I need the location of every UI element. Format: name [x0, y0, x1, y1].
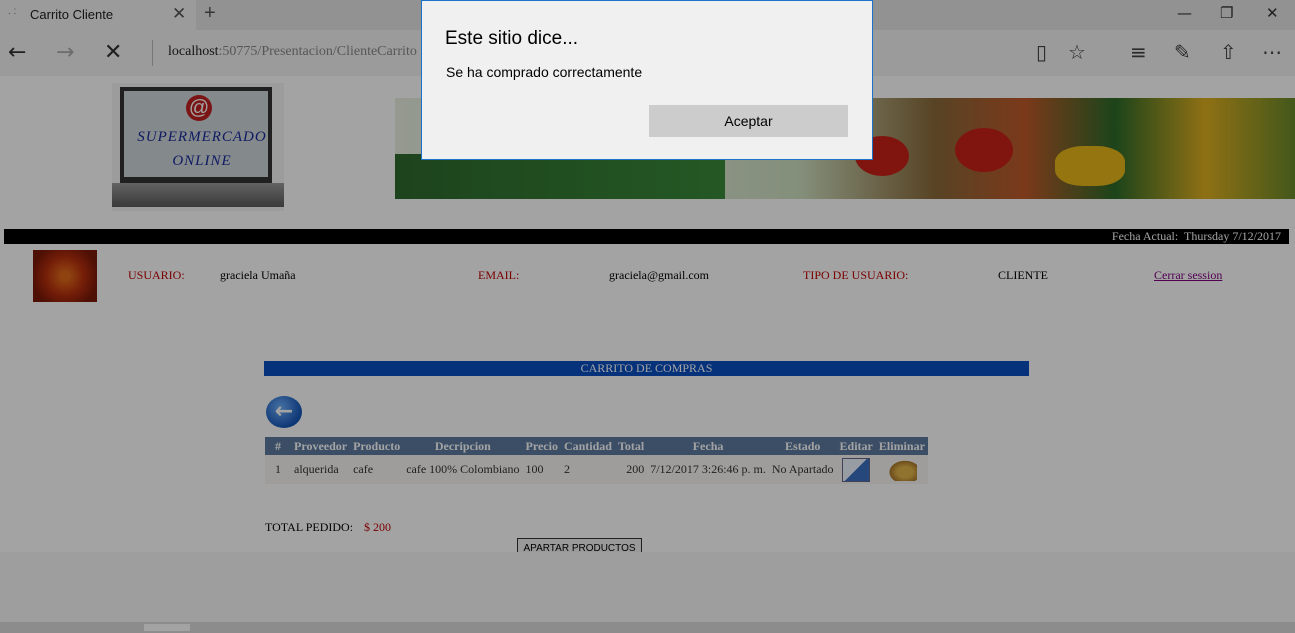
aceptar-button[interactable]: Aceptar [649, 105, 848, 137]
alert-dialog: Este sitio dice... Se ha comprado correc… [421, 0, 873, 160]
dialog-message: Se ha comprado correctamente [446, 64, 643, 80]
dialog-title: Este sitio dice... [445, 28, 579, 49]
